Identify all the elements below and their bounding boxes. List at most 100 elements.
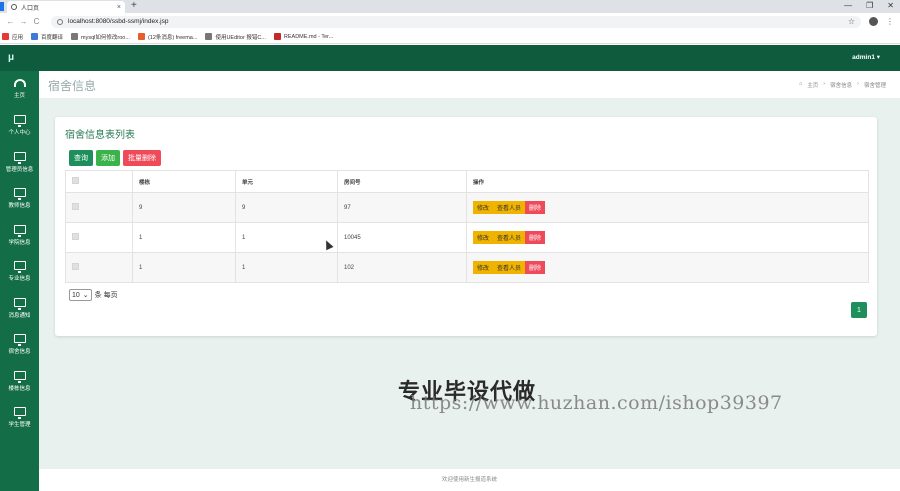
reload-icon[interactable]: C <box>30 17 43 26</box>
bookmark-item[interactable]: 百度翻译 <box>31 33 63 41</box>
back-icon[interactable]: ← <box>4 17 17 26</box>
app-edge-icon <box>0 2 4 11</box>
monitor-icon <box>13 297 26 310</box>
breadcrumb-item[interactable]: 宿舍信息 <box>830 81 852 89</box>
tab-close-icon[interactable]: × <box>117 4 121 11</box>
url-field[interactable]: localhost:8080/ssbd-ssmj/index.jsp ☆ <box>51 15 861 28</box>
profile-avatar[interactable] <box>869 17 878 26</box>
delete-button[interactable]: 删除 <box>525 231 546 244</box>
bookmark-item[interactable]: 应用 <box>2 33 23 41</box>
minimize-icon[interactable]: — <box>844 0 852 12</box>
cell-room: 97 <box>337 192 467 223</box>
table-row: 1 1 10045 修改 查看人员 删除 <box>65 222 869 253</box>
select-all-checkbox[interactable] <box>72 177 79 184</box>
new-tab-button[interactable]: + <box>131 0 137 12</box>
monitor-icon <box>13 407 26 420</box>
dorm-table: 楼栋 单元 房间号 操作 9 9 97 修改 查看人员 删除 1 1 10045… <box>65 170 869 283</box>
sidebar-item-admin[interactable]: 管理员信息 <box>0 144 39 181</box>
table-row: 1 1 102 修改 查看人员 删除 <box>65 252 869 283</box>
edit-button[interactable]: 修改 <box>473 201 494 214</box>
monitor-icon <box>13 261 26 274</box>
bookmark-favicon-icon <box>31 33 39 40</box>
delete-button[interactable]: 删除 <box>525 261 546 274</box>
column-header: 操作 <box>466 170 869 193</box>
monitor-icon <box>13 334 26 347</box>
edit-button[interactable]: 修改 <box>473 231 494 244</box>
page-size-control: 10 ⌄ 条 每页 <box>69 289 118 301</box>
cell-building: 1 <box>132 222 236 253</box>
browser-tab-bar: 人口页 × + — ❐ ✕ <box>0 0 900 13</box>
breadcrumb-separator-icon: › <box>823 81 826 87</box>
bookmark-favicon-icon <box>273 33 281 40</box>
column-header: 楼栋 <box>132 170 236 193</box>
monitor-icon <box>13 370 26 383</box>
dashboard-icon <box>13 79 26 88</box>
sidebar-item-building[interactable]: 楼栋信息 <box>0 363 39 400</box>
site-info-icon[interactable] <box>57 18 63 25</box>
forward-icon[interactable]: → <box>17 17 30 26</box>
view-members-button[interactable]: 查看人员 <box>493 231 526 244</box>
watermark-url: https://www.huzhan.com/ishop39397 <box>410 392 783 414</box>
breadcrumb: ⌂ 主页 › 宿舍信息 › 宿舍管理 <box>799 81 886 89</box>
sidebar-item-teacher[interactable]: 教师信息 <box>0 181 39 218</box>
page-title: 宿舍信息 <box>48 79 97 93</box>
window-controls: — ❐ ✕ <box>844 0 894 12</box>
home-icon: ⌂ <box>798 81 803 87</box>
breadcrumb-separator-icon: › <box>857 81 859 87</box>
menu-icon[interactable]: ⋮ <box>886 17 894 26</box>
bookmark-item[interactable]: README.md - Ter... <box>273 33 333 40</box>
browser-tab[interactable]: 人口页 × <box>7 1 125 13</box>
cell-unit: 1 <box>235 252 338 283</box>
batch-delete-button[interactable]: 批量删除 <box>123 150 161 166</box>
cell-room: 102 <box>337 252 467 283</box>
dorm-list-card: 宿舍信息表列表 查询 添加 批量删除 楼栋 单元 房间号 操作 9 9 97 修… <box>55 117 877 336</box>
query-button[interactable]: 查询 <box>69 150 93 166</box>
sidebar: 主页 个人中心 管理员信息 教师信息 学院信息 专业信息 消息通知 宿舍信息 楼… <box>0 71 39 491</box>
sidebar-item-home[interactable]: 主页 <box>0 71 39 108</box>
sidebar-item-notice[interactable]: 消息通知 <box>0 290 39 327</box>
bookmark-item[interactable]: (12条消息) freema... <box>137 33 197 41</box>
card-title: 宿舍信息表列表 <box>65 130 135 141</box>
user-menu[interactable]: admin1 ▾ <box>852 53 880 61</box>
cell-unit: 9 <box>235 192 338 223</box>
bookmark-item[interactable]: mysql如何修改roo... <box>71 33 130 41</box>
sidebar-item-personal[interactable]: 个人中心 <box>0 108 39 145</box>
row-checkbox[interactable] <box>72 203 79 210</box>
delete-button[interactable]: 删除 <box>525 201 546 214</box>
close-window-icon[interactable]: ✕ <box>887 0 894 12</box>
add-button[interactable]: 添加 <box>96 150 120 166</box>
bookmark-star-icon[interactable]: ☆ <box>848 17 855 26</box>
sidebar-item-college[interactable]: 学院信息 <box>0 217 39 254</box>
cell-room: 10045 <box>337 222 467 253</box>
breadcrumb-item[interactable]: 主页 <box>807 81 818 89</box>
view-members-button[interactable]: 查看人员 <box>493 201 526 214</box>
page-size-select[interactable]: 10 ⌄ <box>69 289 92 301</box>
url-text: localhost:8080/ssbd-ssmj/index.jsp <box>68 18 169 25</box>
row-checkbox[interactable] <box>72 263 79 270</box>
sidebar-item-major[interactable]: 专业信息 <box>0 254 39 291</box>
column-header: 房间号 <box>337 170 467 193</box>
view-members-button[interactable]: 查看人员 <box>493 261 526 274</box>
toolbar: 查询 添加 批量删除 <box>69 150 161 166</box>
page-number-button[interactable]: 1 <box>851 302 867 318</box>
page-size-label: 条 每页 <box>94 292 118 299</box>
address-bar: ← → C localhost:8080/ssbd-ssmj/index.jsp… <box>0 13 900 30</box>
bookmark-favicon-icon <box>71 33 79 40</box>
maximize-icon[interactable]: ❐ <box>866 0 873 12</box>
row-checkbox[interactable] <box>72 233 79 240</box>
select-all-header[interactable] <box>65 170 133 193</box>
bookmark-item[interactable]: 使用UEditor 报错C... <box>205 33 266 41</box>
column-header: 单元 <box>235 170 338 193</box>
sidebar-item-dorm[interactable]: 宿舍信息 <box>0 327 39 364</box>
table-header-row: 楼栋 单元 房间号 操作 <box>65 170 869 193</box>
table-row: 9 9 97 修改 查看人员 删除 <box>65 192 869 223</box>
apps-icon <box>2 33 9 40</box>
sidebar-item-student[interactable]: 学生管理 <box>0 400 39 437</box>
edit-button[interactable]: 修改 <box>473 261 494 274</box>
cell-building: 1 <box>132 252 236 283</box>
monitor-icon <box>13 151 26 164</box>
cell-unit: 1 <box>235 222 338 253</box>
bookmark-favicon-icon <box>137 33 145 40</box>
monitor-icon <box>13 115 26 128</box>
footer: 欢迎使用新生报道系统 <box>39 469 900 491</box>
